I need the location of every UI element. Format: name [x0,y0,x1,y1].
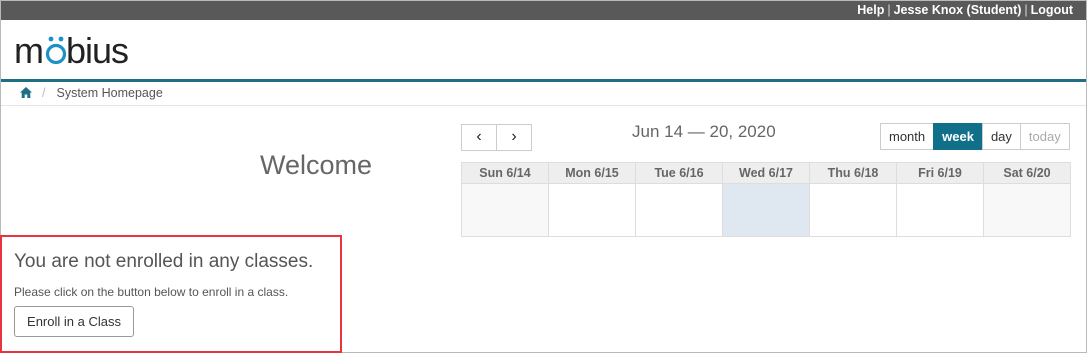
enrollment-instructions: Please click on the button below to enro… [14,285,289,299]
calendar-day-row [461,183,1071,237]
logo-dot [48,36,54,42]
calendar-header-row: Sun 6/14 Mon 6/15 Tue 6/16 Wed 6/17 Thu … [461,162,1071,184]
user-link[interactable]: Jesse Knox (Student) [894,3,1022,17]
week-calendar: Sun 6/14 Mon 6/15 Tue 6/16 Wed 6/17 Thu … [461,162,1071,237]
day-cell-today[interactable] [722,183,810,237]
chevron-right-icon: › [511,128,517,145]
enroll-in-class-button[interactable]: Enroll in a Class [14,306,134,337]
day-header: Thu 6/18 [809,162,897,184]
day-view-button[interactable]: day [981,123,1021,150]
day-cell[interactable] [809,183,897,237]
logo-o [45,43,67,65]
day-cell[interactable] [635,183,723,237]
day-header: Tue 6/16 [635,162,723,184]
logo-dot [58,36,64,42]
logout-link[interactable]: Logout [1031,3,1073,17]
enrollment-title: You are not enrolled in any classes. [14,251,314,272]
top-bar: Help | Jesse Knox (Student) | Logout [1,1,1086,20]
logo-text: m [14,31,43,71]
day-cell[interactable] [461,183,549,237]
separator: | [887,3,891,17]
today-button[interactable]: today [1019,123,1070,150]
logo-text-rest: bius [66,31,128,71]
breadcrumb: / System Homepage [1,82,1086,106]
day-header: Sat 6/20 [983,162,1071,184]
day-cell[interactable] [896,183,984,237]
week-view-button[interactable]: week [933,123,983,150]
day-header: Wed 6/17 [722,162,810,184]
separator: | [1024,3,1028,17]
day-header: Fri 6/19 [896,162,984,184]
breadcrumb-separator: / [42,86,46,100]
chevron-left-icon: ‹ [476,128,482,145]
month-view-button[interactable]: month [880,123,935,150]
mobius-logo[interactable]: m bius [14,31,154,71]
calendar-date-range: Jun 14 — 20, 2020 [632,122,776,141]
day-cell[interactable] [983,183,1071,237]
next-week-button[interactable]: › [496,124,532,151]
calendar-view-switcher: month week day today [880,123,1070,150]
home-icon[interactable] [20,87,32,98]
help-link[interactable]: Help [857,3,884,17]
breadcrumb-current: System Homepage [56,86,163,100]
prev-week-button[interactable]: ‹ [461,124,497,151]
day-header: Sun 6/14 [461,162,549,184]
day-header: Mon 6/15 [548,162,636,184]
welcome-heading: Welcome [260,150,373,180]
day-cell[interactable] [548,183,636,237]
